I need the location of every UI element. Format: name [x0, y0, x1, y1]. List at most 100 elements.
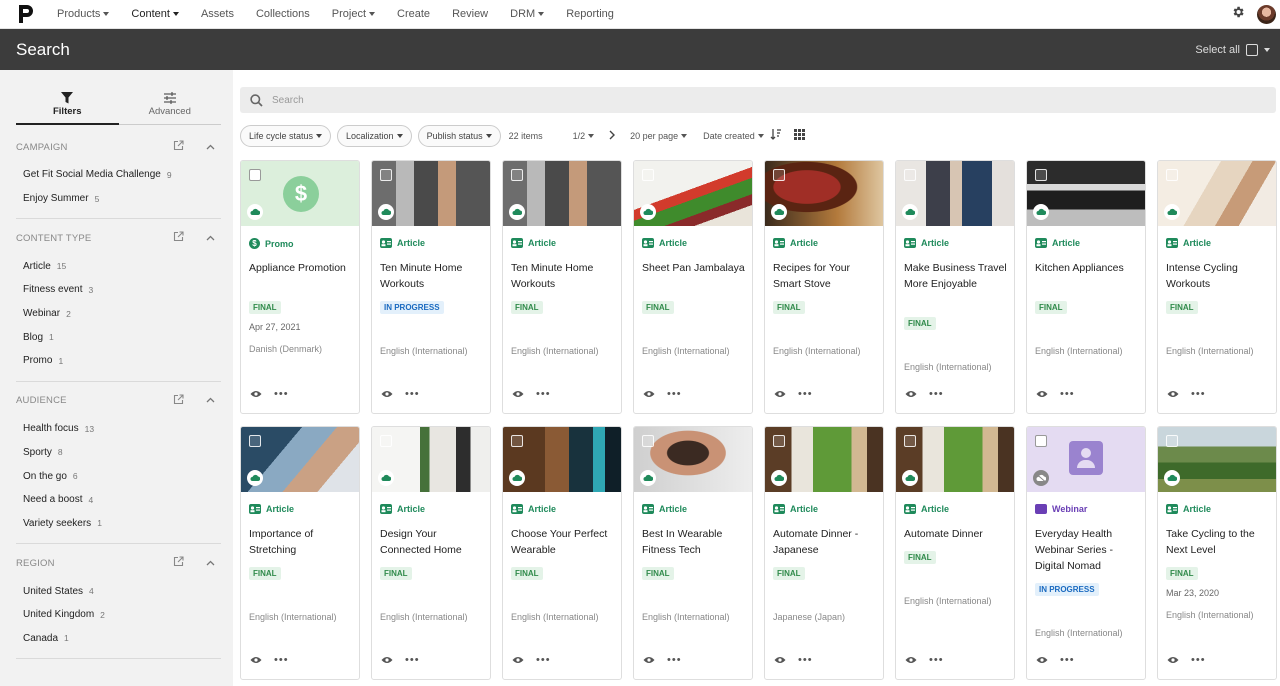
sort-order-icon[interactable] [770, 127, 782, 145]
facet-header[interactable]: CONTENT TYPE [16, 222, 221, 254]
content-card[interactable]: Article Design Your Connected Home FINAL En… [371, 426, 491, 680]
card-title[interactable]: Kitchen Appliances [1035, 260, 1141, 276]
chevron-up-icon[interactable] [206, 142, 215, 153]
card-checkbox[interactable] [249, 169, 261, 181]
nav-item-assets[interactable]: Assets [201, 8, 234, 20]
card-title[interactable]: Automate Dinner [904, 526, 1010, 542]
card-thumbnail[interactable] [896, 161, 1014, 226]
external-link-icon[interactable] [173, 394, 184, 408]
facet-header[interactable]: CAMPAIGN [16, 131, 221, 163]
search-input[interactable]: Search [272, 95, 304, 106]
card-thumbnail[interactable] [765, 161, 883, 226]
card-checkbox[interactable] [249, 435, 261, 447]
facet-header[interactable]: REGION [16, 547, 221, 579]
select-all[interactable]: Select all [1195, 43, 1270, 56]
facet-item[interactable]: United Kingdom 2 [16, 603, 221, 627]
tab-advanced[interactable]: Advanced [119, 92, 222, 124]
card-checkbox[interactable] [1166, 169, 1178, 181]
page-selector[interactable]: 1/2 [573, 131, 595, 141]
facet-item[interactable]: United States 4 [16, 579, 221, 603]
card-thumbnail[interactable] [765, 427, 883, 492]
more-options-icon[interactable]: ••• [1060, 389, 1075, 400]
external-link-icon[interactable] [173, 231, 184, 245]
eye-icon[interactable] [905, 385, 917, 403]
card-checkbox[interactable] [1035, 435, 1047, 447]
content-card[interactable]: $ $ Promo Appliance Promotion FINAL Apr 27, 2… [240, 160, 360, 414]
external-link-icon[interactable] [173, 140, 184, 154]
facet-item[interactable]: Enjoy Summer 5 [16, 187, 221, 211]
more-options-icon[interactable]: ••• [405, 389, 420, 400]
card-checkbox[interactable] [511, 169, 523, 181]
card-checkbox[interactable] [773, 435, 785, 447]
facet-item[interactable]: Webinar 2 [16, 302, 221, 326]
content-card[interactable]: Webinar Everyday Health Webinar Series - … [1026, 426, 1146, 680]
chevron-down-icon[interactable] [1264, 47, 1270, 52]
card-thumbnail[interactable] [372, 161, 490, 226]
nav-item-collections[interactable]: Collections [256, 8, 310, 20]
facet-item[interactable]: On the go 6 [16, 464, 221, 488]
facet-item[interactable]: Fitness event 3 [16, 278, 221, 302]
content-card[interactable]: Article Ten Minute Home Workouts IN PROGRE… [371, 160, 491, 414]
more-options-icon[interactable]: ••• [536, 389, 551, 400]
more-options-icon[interactable]: ••• [1191, 389, 1206, 400]
card-thumbnail[interactable]: $ [241, 161, 359, 226]
card-checkbox[interactable] [642, 435, 654, 447]
eye-icon[interactable] [250, 385, 262, 403]
card-title[interactable]: Importance of Stretching [249, 526, 355, 558]
more-options-icon[interactable]: ••• [1060, 655, 1075, 666]
facet-item[interactable]: Promo 1 [16, 349, 221, 373]
card-thumbnail[interactable] [241, 427, 359, 492]
nav-item-create[interactable]: Create [397, 8, 430, 20]
content-card[interactable]: Article Importance of Stretching FINAL Engl… [240, 426, 360, 680]
facet-item[interactable]: Variety seekers 1 [16, 512, 221, 536]
eye-icon[interactable] [1036, 651, 1048, 669]
facet-item[interactable]: Health focus 13 [16, 417, 221, 441]
facet-header[interactable]: AUDIENCE [16, 385, 221, 417]
more-options-icon[interactable]: ••• [929, 655, 944, 666]
eye-icon[interactable] [512, 385, 524, 403]
card-title[interactable]: Automate Dinner - Japanese [773, 526, 879, 558]
more-options-icon[interactable]: ••• [274, 655, 289, 666]
card-title[interactable]: Make Business Travel More Enjoyable [904, 260, 1010, 292]
eye-icon[interactable] [250, 651, 262, 669]
eye-icon[interactable] [381, 651, 393, 669]
app-logo[interactable] [16, 3, 38, 25]
chevron-up-icon[interactable] [206, 233, 215, 244]
card-thumbnail[interactable] [503, 427, 621, 492]
more-options-icon[interactable]: ••• [1191, 655, 1206, 666]
more-options-icon[interactable]: ••• [929, 389, 944, 400]
eye-icon[interactable] [643, 651, 655, 669]
eye-icon[interactable] [381, 385, 393, 403]
card-checkbox[interactable] [380, 435, 392, 447]
tab-filters[interactable]: Filters [16, 92, 119, 125]
card-thumbnail[interactable] [1027, 161, 1145, 226]
facet-item[interactable]: Get Fit Social Media Challenge 9 [16, 163, 221, 187]
nav-item-drm[interactable]: DRM [510, 8, 545, 20]
card-checkbox[interactable] [642, 169, 654, 181]
content-card[interactable]: Article Choose Your Perfect Wearable FINAL… [502, 426, 622, 680]
facet-item[interactable]: Sporty 8 [16, 441, 221, 465]
card-title[interactable]: Intense Cycling Workouts [1166, 260, 1272, 292]
card-title[interactable]: Design Your Connected Home [380, 526, 486, 558]
content-card[interactable]: Article Make Business Travel More Enjoyab… [895, 160, 1015, 414]
content-card[interactable]: Article Best In Wearable Fitness Tech FINA… [633, 426, 753, 680]
eye-icon[interactable] [1036, 385, 1048, 403]
content-card[interactable]: Article Automate Dinner FINAL English (Inte… [895, 426, 1015, 680]
more-options-icon[interactable]: ••• [405, 655, 420, 666]
card-thumbnail[interactable] [1158, 161, 1276, 226]
next-page-icon[interactable] [608, 127, 616, 145]
card-thumbnail[interactable] [634, 427, 752, 492]
content-card[interactable]: Article Intense Cycling Workouts FINAL Engl… [1157, 160, 1277, 414]
card-checkbox[interactable] [773, 169, 785, 181]
card-title[interactable]: Best In Wearable Fitness Tech [642, 526, 748, 558]
card-thumbnail[interactable] [1158, 427, 1276, 492]
nav-item-products[interactable]: Products [57, 8, 110, 20]
nav-item-reporting[interactable]: Reporting [566, 8, 614, 20]
content-card[interactable]: Article Take Cycling to the Next Level FIN… [1157, 426, 1277, 680]
card-thumbnail[interactable] [372, 427, 490, 492]
more-options-icon[interactable]: ••• [274, 389, 289, 400]
card-title[interactable]: Ten Minute Home Workouts [511, 260, 617, 292]
card-title[interactable]: Appliance Promotion [249, 260, 355, 276]
chevron-up-icon[interactable] [206, 395, 215, 406]
localization-filter[interactable]: Localization [337, 125, 412, 147]
